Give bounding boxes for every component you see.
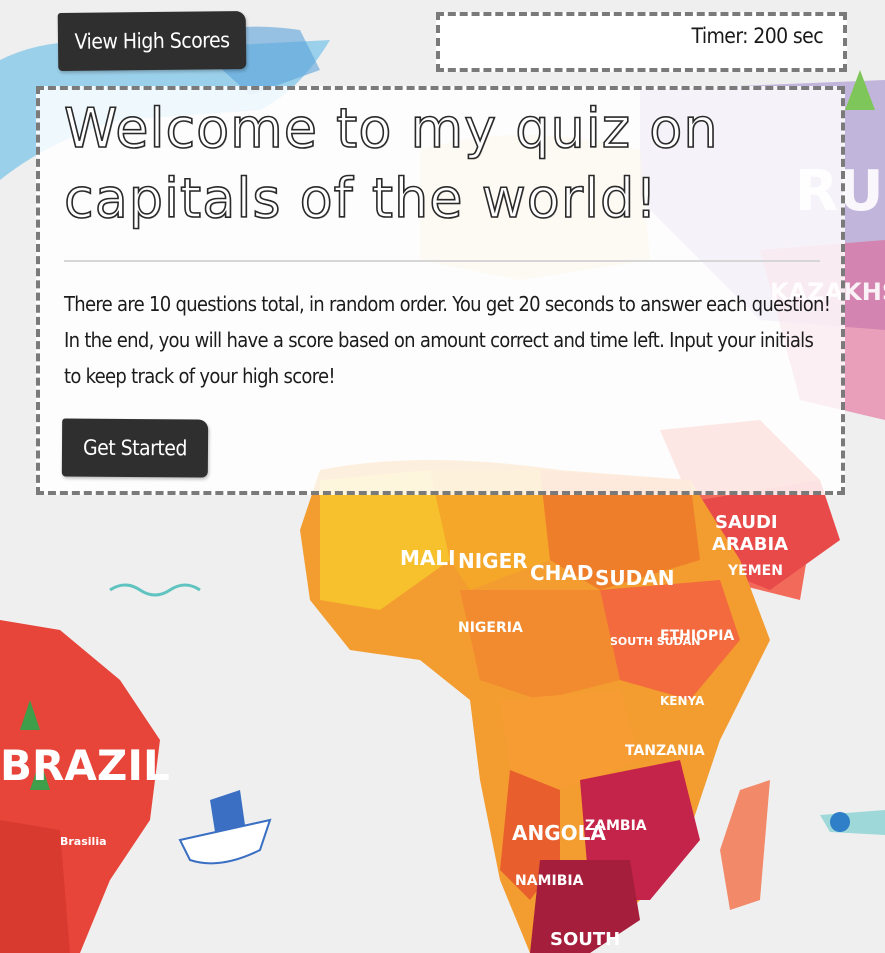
- timer-readout: Timer: 200 sec: [691, 24, 824, 48]
- svg-text:CHAD: CHAD: [530, 561, 594, 585]
- svg-text:Brasilia: Brasilia: [60, 835, 107, 848]
- svg-text:BRAZIL: BRAZIL: [0, 741, 170, 790]
- svg-text:NIGERIA: NIGERIA: [458, 620, 523, 636]
- svg-text:ARABIA: ARABIA: [712, 534, 788, 555]
- svg-text:KENYA: KENYA: [660, 694, 705, 708]
- svg-text:TANZANIA: TANZANIA: [625, 743, 705, 759]
- svg-text:YEMEN: YEMEN: [727, 563, 783, 579]
- svg-text:SAUDI: SAUDI: [715, 512, 778, 533]
- svg-text:NAMIBIA: NAMIBIA: [515, 873, 584, 889]
- view-high-scores-button[interactable]: View High Scores: [57, 11, 247, 71]
- svg-text:NIGER: NIGER: [458, 549, 528, 573]
- get-started-button[interactable]: Get Started: [61, 418, 209, 478]
- svg-text:SOUTH SUDAN: SOUTH SUDAN: [610, 635, 700, 648]
- svg-text:MALI: MALI: [400, 546, 456, 570]
- title-divider: [64, 260, 820, 262]
- svg-text:SUDAN: SUDAN: [595, 566, 674, 590]
- svg-text:SOUTH: SOUTH: [550, 929, 620, 950]
- svg-text:ZAMBIA: ZAMBIA: [585, 818, 647, 834]
- timer-panel: Timer: 200 sec: [436, 12, 847, 72]
- intro-description: There are 10 questions total, in random …: [64, 292, 831, 388]
- page-title: Welcome to my quiz on capitals of the wo…: [63, 96, 719, 231]
